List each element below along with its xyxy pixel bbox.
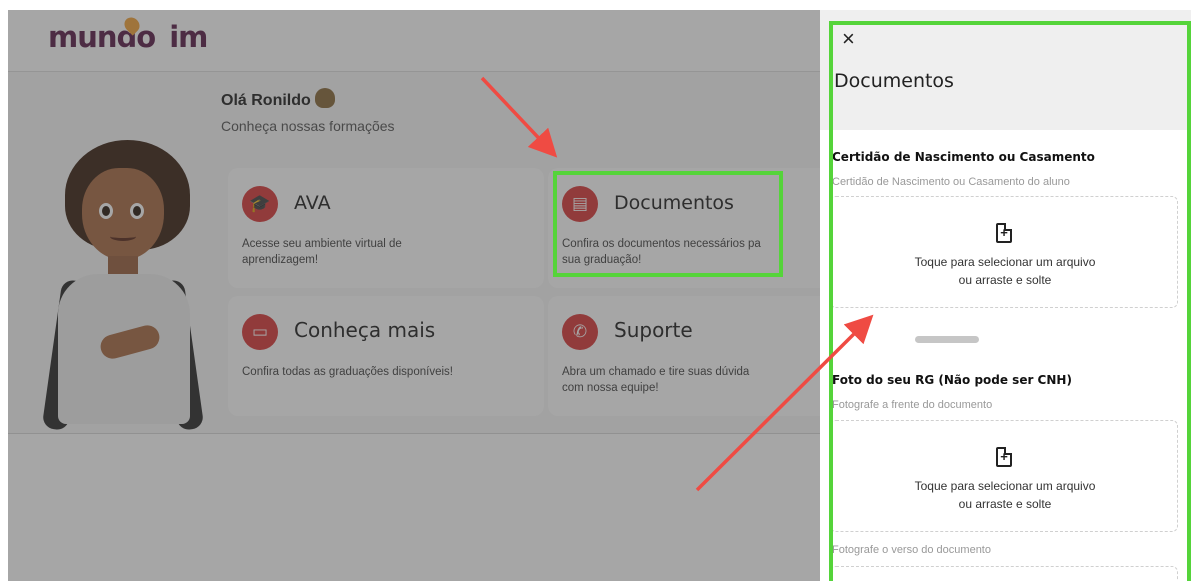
annotation-highlight-card	[553, 171, 783, 277]
annotation-highlight-panel	[829, 21, 1191, 581]
modal-overlay[interactable]	[8, 10, 820, 581]
